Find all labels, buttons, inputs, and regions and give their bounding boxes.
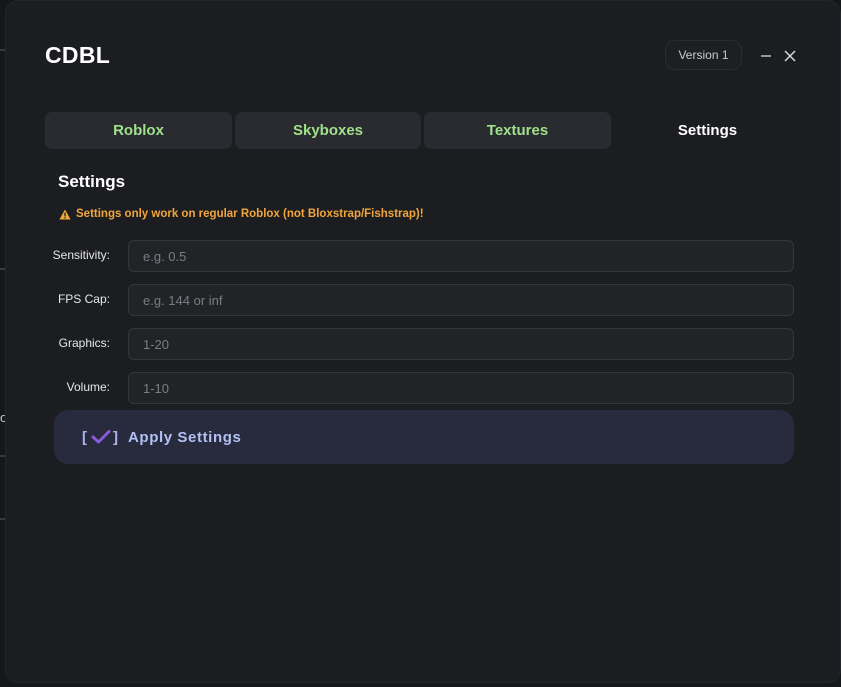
close-button[interactable] xyxy=(780,45,800,67)
minimize-button[interactable] xyxy=(756,45,776,67)
section-title: Settings xyxy=(58,172,126,191)
tab-bar: Roblox Skyboxes Textures Settings xyxy=(45,112,802,149)
minimize-icon xyxy=(761,55,771,57)
tab-roblox[interactable]: Roblox xyxy=(45,112,232,149)
app-window: CDBL Version 1 Roblox Skyboxes Textures … xyxy=(5,0,841,683)
fps-cap-input[interactable] xyxy=(128,284,794,316)
fps-cap-label: FPS Cap: xyxy=(57,292,110,306)
graphics-label: Graphics: xyxy=(58,336,110,350)
apply-settings-label: Apply Settings xyxy=(128,428,242,446)
graphics-input[interactable] xyxy=(128,328,794,360)
volume-input[interactable] xyxy=(128,372,794,404)
sensitivity-label: Sensitivity: xyxy=(52,248,110,262)
warning-icon xyxy=(59,209,71,219)
sensitivity-input[interactable] xyxy=(128,240,794,272)
tab-skyboxes[interactable]: Skyboxes xyxy=(235,112,421,149)
warning-text: Settings only work on regular Roblox (no… xyxy=(76,208,424,220)
apply-settings-button[interactable]: [ ] Apply Settings xyxy=(54,410,794,464)
version-badge: Version 1 xyxy=(665,40,742,70)
warning-message: Settings only work on regular Roblox (no… xyxy=(59,208,424,220)
tab-settings[interactable]: Settings xyxy=(614,112,801,149)
app-title: CDBL xyxy=(45,42,111,68)
checkmark-icon xyxy=(91,430,111,444)
bracket-close: ] xyxy=(113,428,118,446)
close-icon xyxy=(784,50,796,62)
tab-textures[interactable]: Textures xyxy=(424,112,611,149)
bracket-open: [ xyxy=(82,428,87,446)
volume-label: Volume: xyxy=(66,380,110,394)
